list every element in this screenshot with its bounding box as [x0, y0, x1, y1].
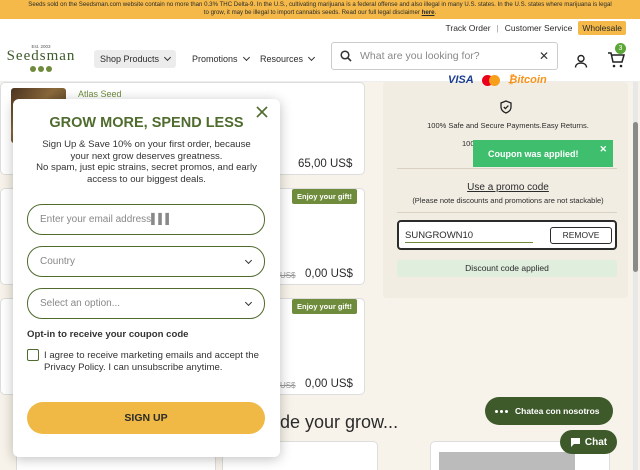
search-input[interactable]: What are you looking for? ✕ — [331, 42, 558, 70]
modal-subtitle-line: access to our biggest deals. — [87, 173, 206, 185]
legal-banner: Seeds sold on the Seedsman.com website c… — [0, 0, 640, 19]
promo-code-underline — [405, 242, 533, 243]
gift-badge: Enjoy your gift! — [292, 299, 357, 314]
divider — [397, 212, 617, 213]
remove-code-button[interactable]: REMOVE — [550, 227, 612, 244]
scrollbar-thumb[interactable] — [633, 122, 638, 272]
utility-separator: | — [496, 22, 499, 33]
visa-icon: VISA — [448, 74, 474, 86]
search-icon — [340, 50, 352, 62]
modal-subtitle-line: No spam, just epic strains, secret promo… — [36, 162, 257, 173]
logo-wordmark: Seedsman — [6, 48, 76, 64]
clear-search-icon[interactable]: ✕ — [539, 49, 549, 63]
cart-count-badge: 3 — [615, 43, 626, 54]
chevron-down-icon — [244, 298, 253, 306]
track-order-link[interactable]: Track Order — [446, 23, 491, 33]
country-placeholder: Country — [40, 256, 76, 267]
option-select[interactable]: Select an option... — [27, 288, 265, 319]
legal-banner-line2: to grow, it may be illegal to import can… — [203, 9, 437, 16]
promo-code-value[interactable]: SUNGROWN10 — [405, 230, 473, 241]
gift-price: 0,00 US$ — [305, 268, 353, 280]
nav-resources[interactable]: Resources — [260, 53, 316, 64]
close-toast-icon[interactable]: ✕ — [599, 144, 607, 155]
marketing-consent-text: I agree to receive marketing emails and … — [44, 350, 259, 373]
signup-modal: GROW MORE, SPEND LESS Sign Up & Save 10%… — [13, 99, 280, 457]
legal-banner-line1: Seeds sold on the Seedsman.com website c… — [28, 1, 612, 8]
optin-label: Opt-in to receive your coupon code — [27, 329, 189, 340]
country-select[interactable]: Country — [27, 246, 265, 277]
nav-resources-label: Resources — [260, 54, 304, 64]
modal-title: GROW MORE, SPEND LESS — [49, 115, 244, 131]
chat-button-label: Chat — [584, 436, 608, 448]
gift-price: 0,00 US$ — [305, 378, 353, 390]
mastercard-icon — [481, 74, 500, 86]
seedsman-logo[interactable]: Est. 2003 Seedsman — [6, 44, 76, 78]
original-price: US$ — [280, 381, 296, 390]
utility-bar: Track Order | Customer Service Wholesale — [0, 19, 640, 36]
wholesale-link[interactable]: Wholesale — [578, 20, 626, 35]
nav-promotions[interactable]: Promotions — [192, 53, 250, 64]
shield-icon — [500, 100, 512, 114]
nav-promotions-label: Promotions — [192, 54, 238, 64]
modal-subtitle-line: Sign Up & Save 10% on your first order, … — [42, 139, 251, 150]
product-brand[interactable]: Atlas Seed — [78, 89, 122, 99]
coupon-toast-text: Coupon was applied! — [488, 148, 579, 159]
option-placeholder: Select an option... — [40, 298, 121, 309]
logo-dots — [6, 66, 76, 72]
email-placeholder: Enter your email address▌▌▌ — [40, 214, 173, 225]
payment-icons: VISA ₿itcoin — [448, 74, 547, 86]
promo-code-title[interactable]: Use a promo code — [398, 182, 618, 193]
chevron-down-icon — [164, 53, 172, 62]
chat-invite-button[interactable]: Chatea con nosotros — [485, 397, 613, 425]
promo-code-field[interactable]: SUNGROWN10 REMOVE — [397, 220, 617, 250]
marketing-consent-checkbox[interactable] — [27, 349, 39, 361]
account-icon[interactable] — [574, 54, 588, 68]
gift-badge: Enjoy your gift! — [292, 189, 357, 204]
chat-invite-label: Chatea con nosotros — [515, 406, 600, 416]
coupon-toast: Coupon was applied! ✕ — [473, 140, 613, 167]
cart-icon[interactable] — [607, 52, 625, 68]
chat-dots-icon — [495, 409, 508, 413]
search-placeholder: What are you looking for? — [360, 50, 480, 62]
divider — [397, 168, 617, 169]
chevron-down-icon — [307, 53, 316, 62]
nav-shop-products-label: Shop Products — [100, 54, 160, 64]
original-price: US$ — [280, 271, 296, 280]
chat-button[interactable]: Chat — [560, 430, 617, 454]
chat-bubble-icon — [570, 437, 580, 447]
customer-service-link[interactable]: Customer Service — [505, 23, 573, 33]
promo-code-note: (Please note discounts and promotions ar… — [412, 196, 604, 205]
secure-payments-text: 100% Safe and Secure Payments.Easy Retur… — [427, 121, 589, 130]
modal-subtitle-line: your next grow deserves greatness. — [70, 150, 223, 162]
bitcoin-icon: ₿itcoin — [507, 74, 547, 86]
recommended-image — [439, 452, 575, 470]
email-field[interactable]: Enter your email address▌▌▌ — [27, 204, 265, 235]
legal-banner-line2-text: to grow, it may be illegal to import can… — [203, 9, 420, 16]
discount-applied-status: Discount code applied — [397, 260, 617, 277]
section-heading: de your grow... — [280, 412, 399, 432]
page: Seeds sold on the Seedsman.com website c… — [0, 0, 640, 470]
chevron-down-icon — [242, 53, 250, 62]
nav-shop-products[interactable]: Shop Products — [94, 50, 177, 68]
signup-button[interactable]: SIGN UP — [27, 402, 265, 434]
legal-disclaimer-link[interactable]: here — [422, 9, 435, 16]
product-price: 65,00 US$ — [298, 158, 353, 170]
chevron-down-icon — [244, 256, 253, 264]
modal-subtitle: Sign Up & Save 10% on your first order, … — [23, 139, 270, 185]
page-scrollbar[interactable] — [633, 82, 638, 470]
